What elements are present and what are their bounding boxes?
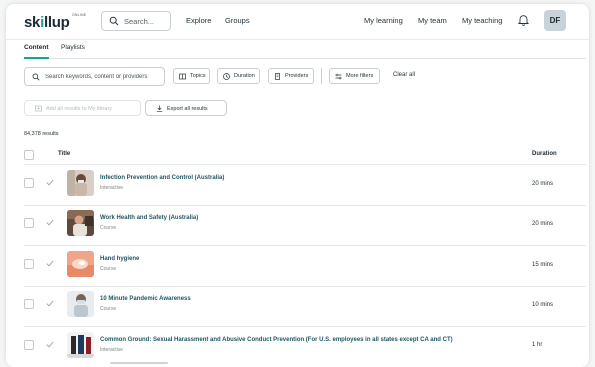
course-duration: 20 mins <box>532 181 554 187</box>
course-thumbnail[interactable] <box>67 332 94 358</box>
tabs-divider <box>24 58 586 59</box>
keyword-search-placeholder: Search keywords, content or providers <box>45 74 148 80</box>
results-count: 84,378 results <box>24 131 59 137</box>
export-all-results-button[interactable]: Export all results <box>145 100 227 116</box>
filter-duration-button[interactable]: Duration <box>217 68 260 84</box>
row-checkbox[interactable] <box>24 299 34 309</box>
course-duration: 15 mins <box>532 262 554 268</box>
download-icon <box>156 105 163 114</box>
check-icon[interactable] <box>46 260 54 269</box>
row-checkbox[interactable] <box>24 259 34 269</box>
clock-icon <box>223 73 230 82</box>
course-duration: 20 mins <box>532 221 554 227</box>
course-thumbnail[interactable] <box>67 251 94 277</box>
course-type: Interactive <box>100 347 124 353</box>
row-divider <box>24 326 586 327</box>
tab-playlists[interactable]: Playlists <box>61 44 85 51</box>
course-type: Course <box>100 306 117 312</box>
library-add-icon <box>35 105 42 114</box>
search-placeholder: Search... <box>124 17 155 26</box>
search-icon <box>32 73 40 83</box>
select-all-checkbox[interactable] <box>24 150 34 160</box>
column-header-duration[interactable]: Duration <box>532 151 557 157</box>
search-icon <box>109 16 119 28</box>
course-title-link[interactable]: Work Health and Safety (Australia) <box>100 215 198 221</box>
nav-groups[interactable]: Groups <box>225 16 250 25</box>
row-divider <box>24 286 586 287</box>
check-icon[interactable] <box>46 300 54 309</box>
column-header-title[interactable]: Title <box>58 151 70 157</box>
notifications-bell-icon[interactable] <box>517 14 530 28</box>
filter-topics-button[interactable]: Topics <box>173 68 210 84</box>
horizontal-scrollbar[interactable] <box>110 362 168 364</box>
tab-content[interactable]: Content <box>24 44 49 51</box>
course-duration: 10 mins <box>532 302 554 308</box>
check-icon[interactable] <box>46 179 54 188</box>
top-header: skillup ONLINE Search... Explore Groups … <box>6 4 589 40</box>
table-header-divider <box>24 164 586 165</box>
active-tab-indicator <box>24 57 49 59</box>
keyword-search-input[interactable]: Search keywords, content or providers <box>24 67 165 86</box>
course-thumbnail[interactable] <box>67 210 94 236</box>
global-search-input[interactable]: Search... <box>101 11 171 31</box>
skillup-logo[interactable]: skillup <box>24 14 70 31</box>
providers-icon <box>274 73 281 82</box>
sliders-icon <box>335 73 342 82</box>
check-icon[interactable] <box>46 219 54 228</box>
course-thumbnail[interactable] <box>67 291 94 317</box>
nav-explore[interactable]: Explore <box>186 16 211 25</box>
add-all-to-library-button[interactable]: Add all results to My library <box>24 100 141 116</box>
row-divider <box>24 245 586 246</box>
course-type: Course <box>100 266 117 272</box>
filter-more-button[interactable]: More filters <box>329 68 380 84</box>
course-title-link[interactable]: 10 Minute Pandemic Awareness <box>100 296 191 302</box>
course-duration: 1 hr <box>532 342 543 348</box>
row-checkbox[interactable] <box>24 218 34 228</box>
nav-my-learning[interactable]: My learning <box>364 16 403 25</box>
topics-icon <box>179 73 186 82</box>
app-window: skillup ONLINE Search... Explore Groups … <box>6 4 589 367</box>
course-thumbnail[interactable] <box>67 170 94 196</box>
user-avatar[interactable]: DF <box>544 10 566 31</box>
nav-my-team[interactable]: My team <box>418 16 447 25</box>
check-icon[interactable] <box>46 341 54 350</box>
course-title-link[interactable]: Common Ground: Sexual Harassment and Abu… <box>100 337 453 343</box>
row-divider <box>24 205 586 206</box>
filter-divider <box>321 68 322 84</box>
course-title-link[interactable]: Infection Prevention and Control (Austra… <box>100 175 224 181</box>
nav-my-teaching[interactable]: My teaching <box>462 16 502 25</box>
course-title-link[interactable]: Hand hygiene <box>100 256 139 262</box>
row-checkbox[interactable] <box>24 178 34 188</box>
row-checkbox[interactable] <box>24 340 34 350</box>
clear-all-filters-link[interactable]: Clear all <box>393 72 415 78</box>
logo-online-mark: ONLINE <box>72 13 87 17</box>
course-type: Course <box>100 225 117 231</box>
course-type: Interactive <box>100 185 124 191</box>
filter-providers-button[interactable]: Providers <box>268 68 314 84</box>
